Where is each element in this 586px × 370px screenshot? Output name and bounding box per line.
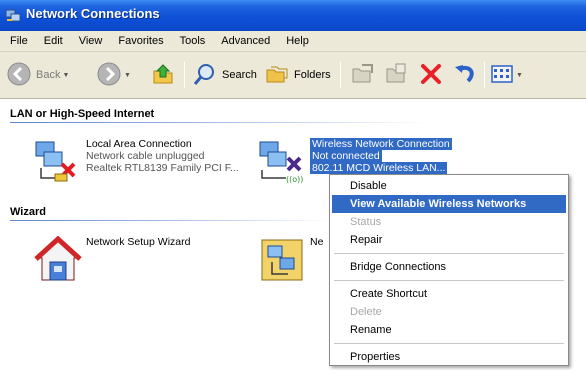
wireless-connection-name: Wireless Network Connection [310, 138, 452, 150]
folders-label: Folders [294, 69, 331, 81]
menu-delete: Delete [350, 306, 382, 318]
folders-icon [264, 61, 290, 90]
toolbar: Back ▼ ▼ Search Folders ▼ [0, 52, 586, 99]
local-connection-status: Network cable unplugged [86, 150, 205, 162]
new-connection-wizard-label: Ne [310, 236, 324, 248]
group-divider [10, 122, 430, 123]
delete-button[interactable] [418, 61, 444, 89]
forward-button[interactable]: ▼ [96, 61, 131, 89]
folders-button[interactable]: Folders [264, 61, 331, 89]
title-bar[interactable]: Network Connections [0, 0, 586, 31]
menu-view[interactable]: View [71, 35, 111, 47]
network-connections-icon [5, 7, 21, 23]
back-arrow-icon [6, 61, 32, 90]
context-menu: Disable View Available Wireless Networks… [329, 174, 569, 366]
move-to-icon [350, 61, 376, 90]
search-button[interactable]: Search [192, 61, 257, 89]
menu-edit[interactable]: Edit [36, 35, 71, 47]
views-icon [490, 62, 514, 89]
group-header-wizard: Wizard [10, 206, 46, 218]
menu-bar: File Edit View Favorites Tools Advanced … [0, 31, 586, 52]
group-divider [10, 220, 330, 221]
forward-dropdown-icon[interactable]: ▼ [124, 72, 131, 79]
network-disconnected-icon [34, 138, 82, 186]
views-button[interactable]: ▼ [490, 61, 523, 89]
menu-status: Status [350, 216, 382, 228]
local-connection-device: Realtek RTL8139 Family PCI F... [86, 162, 239, 174]
menu-rename[interactable]: Rename [332, 321, 566, 339]
back-button[interactable]: Back ▼ [6, 61, 69, 89]
undo-button[interactable] [452, 61, 478, 89]
menu-create-shortcut[interactable]: Create Shortcut [332, 285, 566, 303]
menu-separator [334, 280, 564, 281]
wireless-connection-device: 802.11 MCD Wireless LAN... [310, 162, 448, 174]
delete-icon [418, 61, 444, 90]
wireless-connection-status: Not connected [310, 150, 382, 162]
menu-file[interactable]: File [2, 35, 36, 47]
search-label: Search [222, 69, 257, 81]
forward-arrow-icon [96, 61, 122, 90]
network-setup-wizard-item[interactable]: Network Setup Wizard [34, 235, 191, 284]
menu-help[interactable]: Help [278, 35, 317, 47]
svg-text:((o)): ((o)) [286, 175, 303, 184]
wireless-disconnected-icon: ((o)) [258, 138, 306, 186]
window-title: Network Connections [26, 6, 160, 21]
up-button[interactable] [150, 61, 176, 89]
copy-to-button[interactable] [384, 61, 410, 89]
menu-properties[interactable]: Properties [332, 348, 566, 366]
new-connection-wizard-icon [258, 236, 306, 284]
network-setup-wizard-label: Network Setup Wizard [86, 236, 191, 248]
group-header-lan: LAN or High-Speed Internet [10, 108, 155, 120]
new-connection-wizard-item[interactable]: Ne [258, 236, 323, 284]
menu-advanced[interactable]: Advanced [213, 35, 278, 47]
menu-disable[interactable]: Disable [332, 177, 566, 195]
undo-icon [452, 61, 478, 90]
back-label: Back [36, 69, 61, 81]
menu-separator [334, 343, 564, 344]
up-folder-icon [150, 61, 176, 90]
move-to-button[interactable] [350, 61, 376, 89]
home-network-icon [34, 235, 82, 284]
menu-view-available-wireless-networks[interactable]: View Available Wireless Networks [332, 195, 566, 213]
back-dropdown-icon[interactable]: ▼ [62, 72, 69, 79]
network-connections-window: Network Connections File Edit View Favor… [0, 0, 586, 370]
menu-tools[interactable]: Tools [172, 35, 214, 47]
menu-separator [334, 253, 564, 254]
search-icon [192, 61, 218, 90]
local-area-connection-item[interactable]: Local Area Connection Network cable unpl… [34, 138, 239, 186]
local-connection-name: Local Area Connection [86, 138, 192, 150]
copy-to-icon [384, 61, 410, 90]
menu-repair[interactable]: Repair [332, 231, 566, 249]
menu-favorites[interactable]: Favorites [110, 35, 171, 47]
menu-bridge-connections[interactable]: Bridge Connections [332, 258, 566, 276]
views-dropdown-icon[interactable]: ▼ [516, 72, 523, 79]
